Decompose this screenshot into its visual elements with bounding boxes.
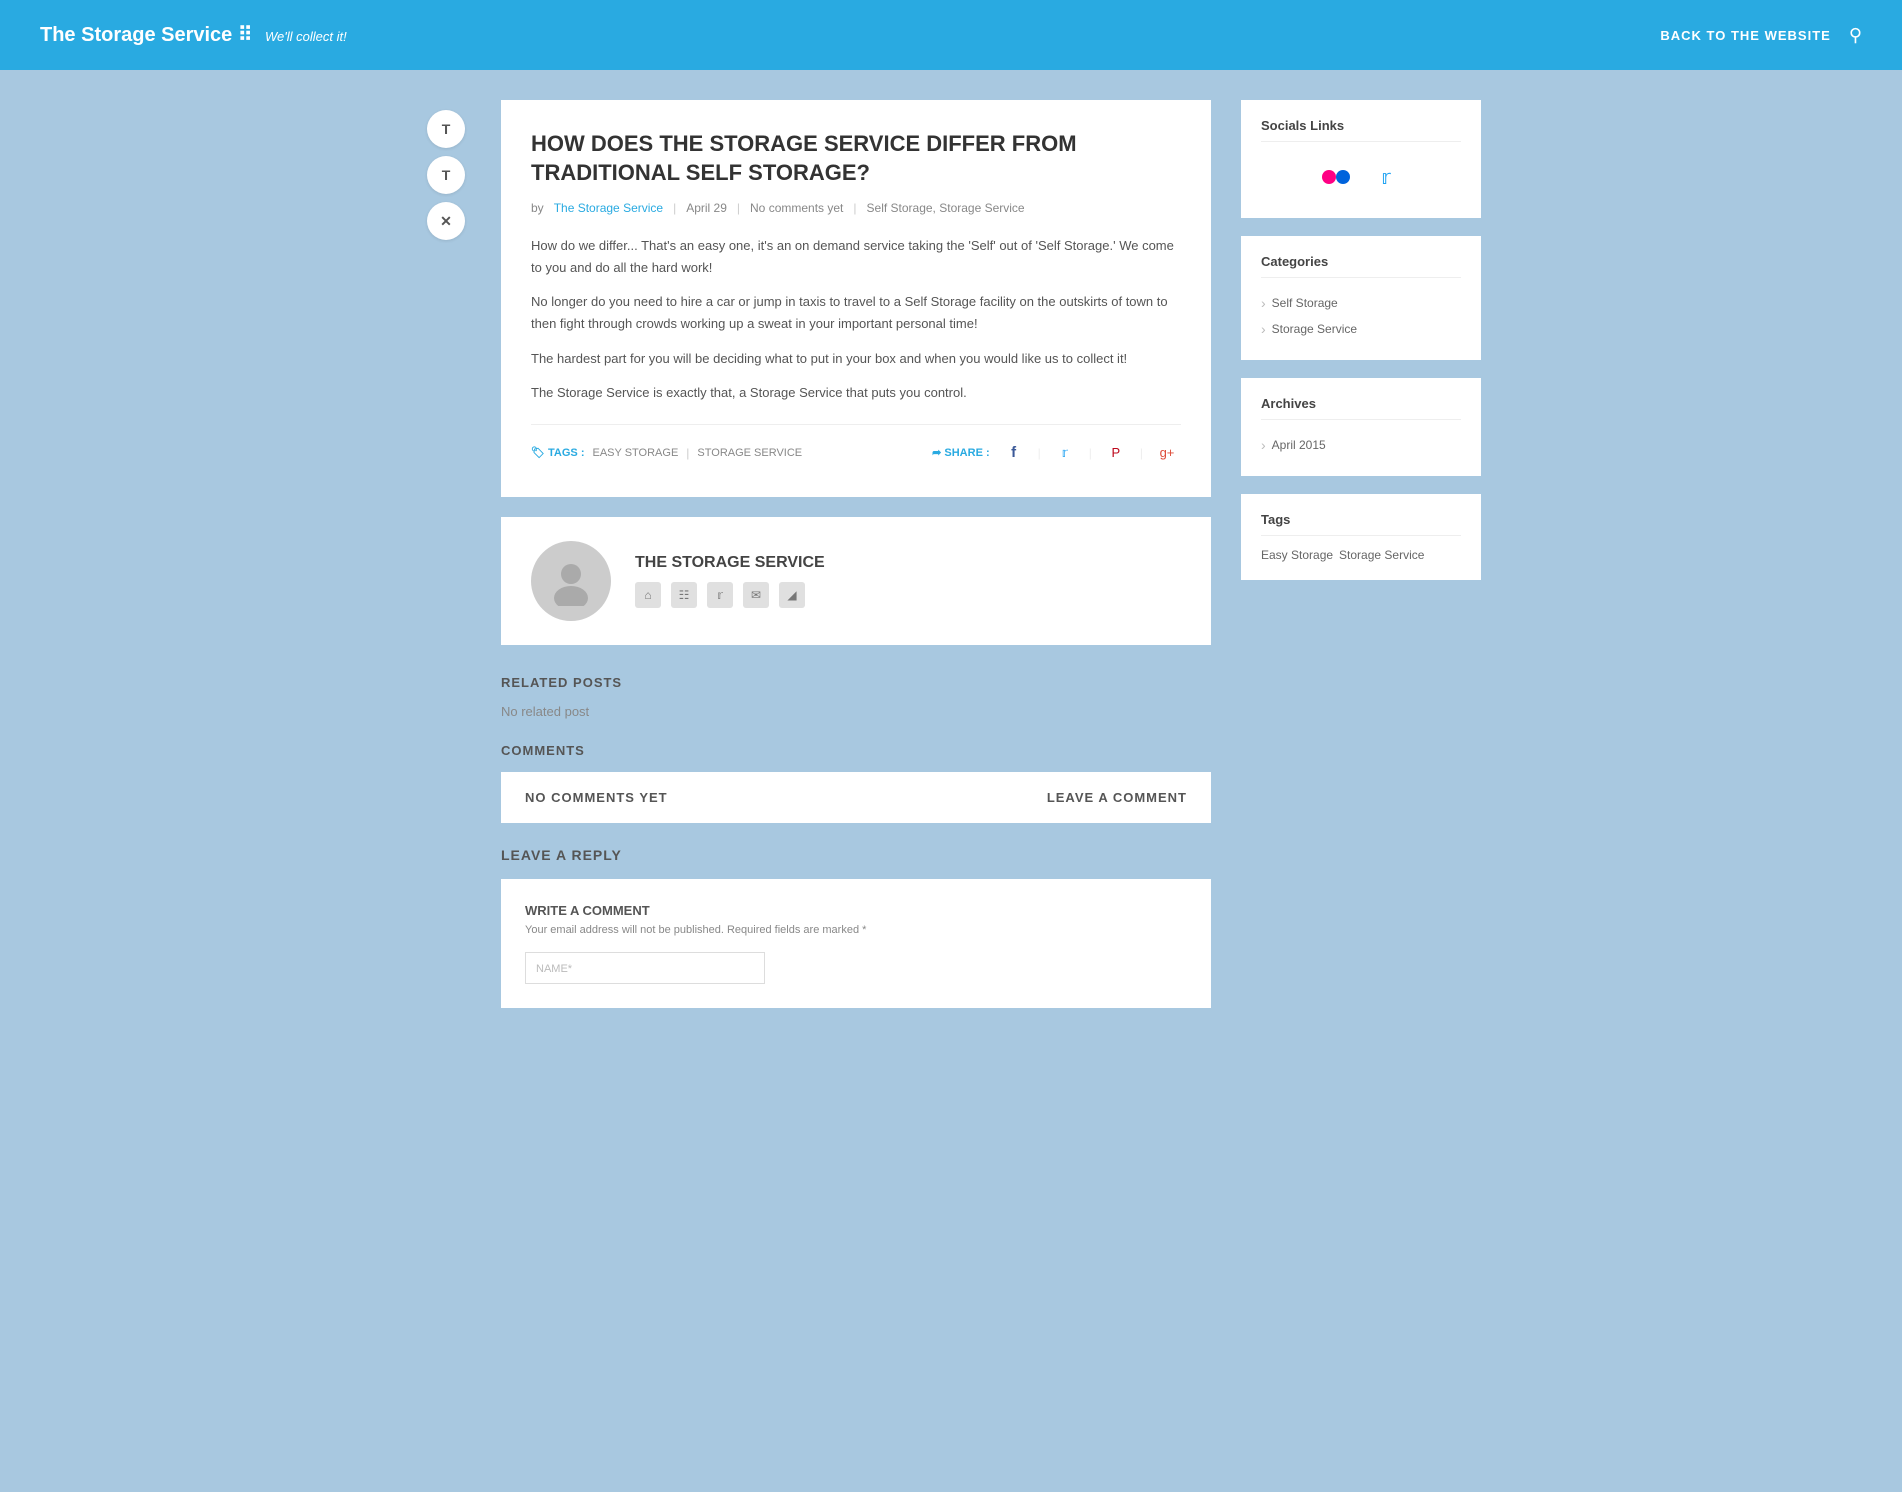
- category-list: Self Storage Storage Service: [1261, 290, 1461, 342]
- article-meta: by The Storage Service | April 29 | No c…: [531, 201, 1181, 215]
- twitter-icon[interactable]: 𝕣: [1369, 160, 1403, 194]
- tags-title: Tags: [1261, 512, 1461, 536]
- author-grid-icon[interactable]: ☷: [671, 582, 697, 608]
- comments-section: COMMENTS NO COMMENTS YET LEAVE A COMMENT: [501, 743, 1211, 823]
- header-right: BACK TO THE WEBSITE ⚲: [1660, 25, 1862, 46]
- article-para-2: No longer do you need to hire a car or j…: [531, 291, 1181, 335]
- author-twitter-icon[interactable]: 𝕣: [707, 582, 733, 608]
- author-links: ⌂ ☷ 𝕣 ✉ ◢: [635, 582, 825, 608]
- flickr-icon[interactable]: [1319, 160, 1353, 194]
- categories-title: Categories: [1261, 254, 1461, 278]
- tags-label: 🏷 TAGS :: [531, 446, 584, 459]
- categories-widget: Categories Self Storage Storage Service: [1241, 236, 1481, 360]
- no-comments-text: NO COMMENTS YET: [525, 790, 668, 805]
- socials-title: Socials Links: [1261, 118, 1461, 142]
- avatar-icon: [546, 556, 596, 606]
- tag-storage-service[interactable]: STORAGE SERVICE: [697, 447, 802, 459]
- social-links: 𝕣: [1261, 154, 1461, 200]
- logo-title: The Storage Service ⠿: [40, 24, 253, 46]
- archive-list: April 2015: [1261, 432, 1461, 458]
- tag-easy-storage[interactable]: EASY STORAGE: [592, 447, 678, 459]
- related-posts-title: RELATED POSTS: [501, 675, 1211, 690]
- meta-tags: Self Storage, Storage Service: [867, 201, 1025, 215]
- author-name: THE STORAGE SERVICE: [635, 554, 825, 572]
- socials-widget: Socials Links 𝕣: [1241, 100, 1481, 218]
- comments-title: COMMENTS: [501, 743, 1211, 758]
- tag-list: Easy Storage Storage Service: [1261, 548, 1461, 562]
- main-content: HOW DOES THE STORAGE SERVICE DIFFER FROM…: [501, 100, 1211, 1008]
- search-icon[interactable]: ⚲: [1849, 25, 1862, 46]
- tags-widget: Tags Easy Storage Storage Service: [1241, 494, 1481, 580]
- archives-widget: Archives April 2015: [1241, 378, 1481, 476]
- comments-box: NO COMMENTS YET LEAVE A COMMENT: [501, 772, 1211, 823]
- reply-title: LEAVE A REPLY: [501, 847, 1211, 863]
- meta-date: April 29: [686, 201, 727, 215]
- share-label: ➦ SHARE :: [932, 446, 990, 459]
- email-notice: Your email address will not be published…: [525, 924, 1187, 936]
- back-to-website-link[interactable]: BACK TO THE WEBSITE: [1660, 28, 1830, 43]
- category-storage-service[interactable]: Storage Service: [1261, 316, 1461, 342]
- archive-april-2015[interactable]: April 2015: [1261, 432, 1461, 458]
- share-button-x[interactable]: ✕: [427, 202, 465, 240]
- share-twitter-button[interactable]: 𝕣: [1051, 439, 1079, 467]
- leave-comment-link[interactable]: LEAVE A COMMENT: [1047, 790, 1187, 805]
- article-footer: 🏷 TAGS : EASY STORAGE | STORAGE SERVICE …: [531, 424, 1181, 467]
- share-googleplus-button[interactable]: g+: [1153, 439, 1181, 467]
- tag-storage-service-sidebar[interactable]: Storage Service: [1339, 548, 1424, 562]
- write-comment-label: WRITE A COMMENT: [525, 903, 1187, 918]
- archives-title: Archives: [1261, 396, 1461, 420]
- reply-section: LEAVE A REPLY WRITE A COMMENT Your email…: [501, 847, 1211, 1008]
- article-tags: 🏷 TAGS : EASY STORAGE | STORAGE SERVICE: [531, 446, 802, 460]
- article-body: How do we differ... That's an easy one, …: [531, 235, 1181, 404]
- author-email-icon[interactable]: ✉: [743, 582, 769, 608]
- share-button-t1[interactable]: T: [427, 110, 465, 148]
- tag-easy-storage-sidebar[interactable]: Easy Storage: [1261, 548, 1333, 562]
- logo-sub: We'll collect it!: [265, 29, 347, 44]
- left-sidebar: T T ✕: [421, 100, 471, 1008]
- share-button-t2[interactable]: T: [427, 156, 465, 194]
- article-card: HOW DOES THE STORAGE SERVICE DIFFER FROM…: [501, 100, 1211, 497]
- article-para-1: How do we differ... That's an easy one, …: [531, 235, 1181, 279]
- share-facebook-button[interactable]: f: [1000, 439, 1028, 467]
- share-pinterest-button[interactable]: P: [1102, 439, 1130, 467]
- page-wrapper: T T ✕ HOW DOES THE STORAGE SERVICE DIFFE…: [401, 70, 1501, 1038]
- flickr-svg: [1322, 170, 1350, 184]
- author-avatar: [531, 541, 611, 621]
- header: The Storage Service ⠿ We'll collect it! …: [0, 0, 1902, 70]
- article-share: ➦ SHARE : f | 𝕣 | P | g+: [932, 439, 1181, 467]
- meta-by: by: [531, 201, 544, 215]
- author-info: THE STORAGE SERVICE ⌂ ☷ 𝕣 ✉ ◢: [635, 554, 825, 608]
- related-section: RELATED POSTS No related post: [501, 675, 1211, 719]
- author-rss-icon[interactable]: ◢: [779, 582, 805, 608]
- reply-box: WRITE A COMMENT Your email address will …: [501, 879, 1211, 1008]
- article-title: HOW DOES THE STORAGE SERVICE DIFFER FROM…: [531, 130, 1181, 187]
- logo: The Storage Service ⠿ We'll collect it!: [40, 23, 347, 47]
- author-link[interactable]: The Storage Service: [554, 201, 663, 215]
- author-card: THE STORAGE SERVICE ⌂ ☷ 𝕣 ✉ ◢: [501, 517, 1211, 645]
- category-self-storage[interactable]: Self Storage: [1261, 290, 1461, 316]
- article-para-4: The Storage Service is exactly that, a S…: [531, 382, 1181, 404]
- author-home-icon[interactable]: ⌂: [635, 582, 661, 608]
- no-related-text: No related post: [501, 704, 1211, 719]
- meta-comments: No comments yet: [750, 201, 843, 215]
- article-para-3: The hardest part for you will be decidin…: [531, 348, 1181, 370]
- right-sidebar: Socials Links 𝕣 Categories Self Storage …: [1241, 100, 1481, 1008]
- name-input[interactable]: [525, 952, 765, 984]
